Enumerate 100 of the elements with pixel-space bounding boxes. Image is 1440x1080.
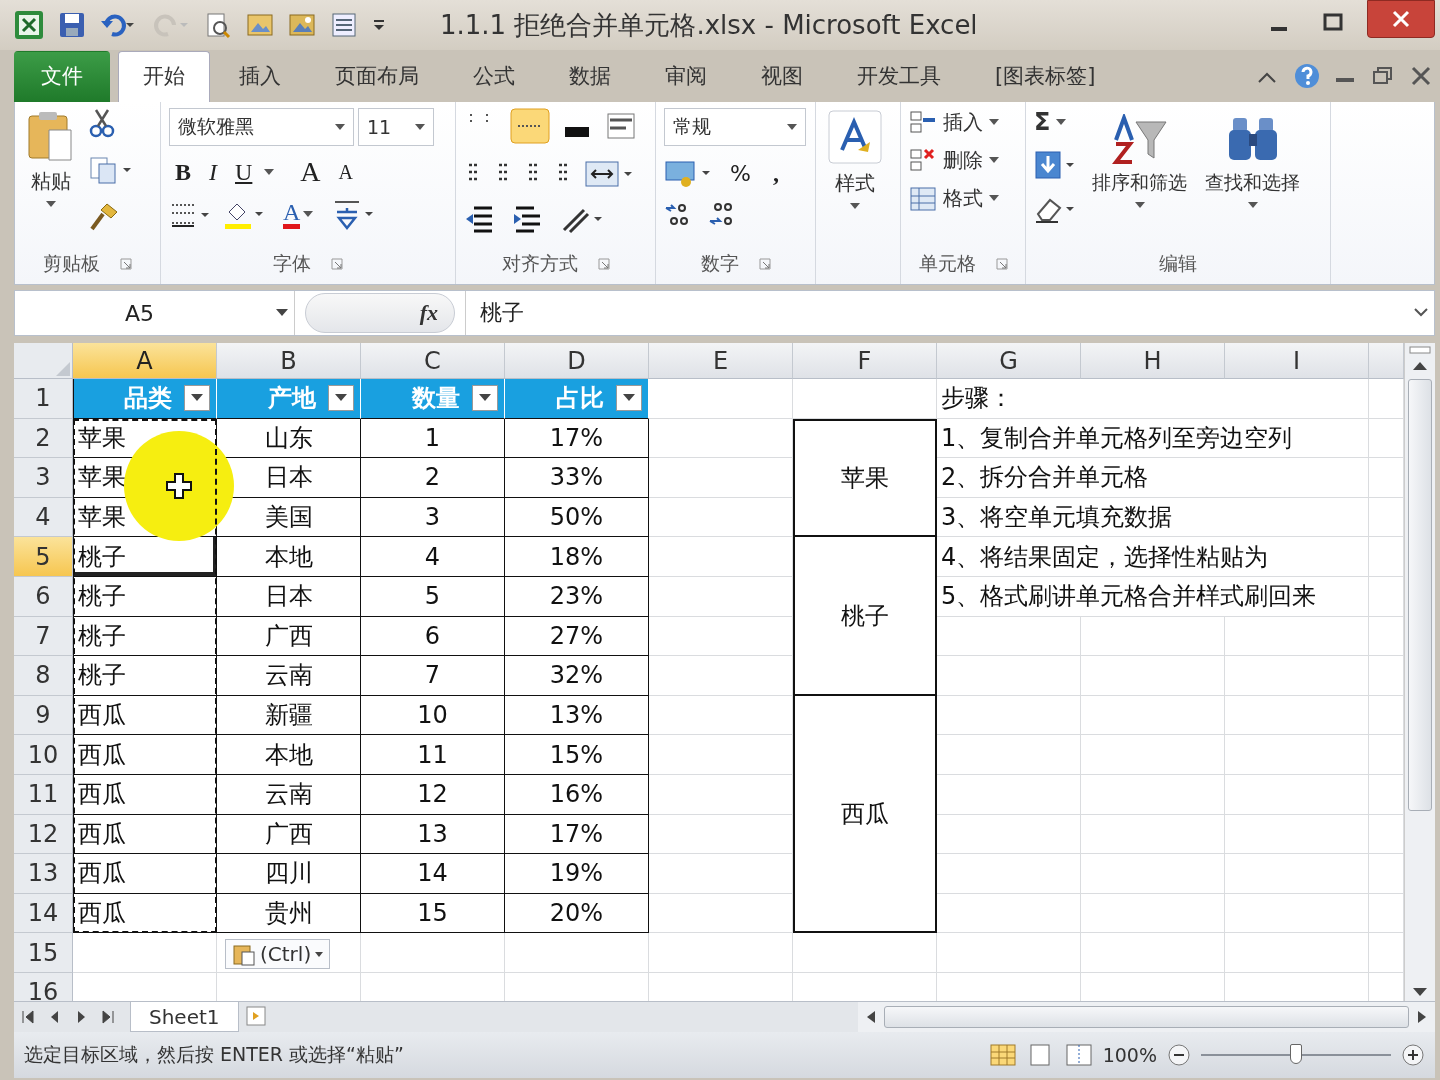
ribbon-tab[interactable]: 插入	[214, 51, 306, 102]
dialog-launcher-icon[interactable]	[995, 258, 1008, 270]
dialog-launcher-icon[interactable]	[597, 258, 610, 270]
row-header[interactable]: 16	[14, 972, 73, 1001]
wrap-text-icon[interactable]	[604, 110, 638, 142]
row-header[interactable]: 9	[14, 695, 73, 736]
insert-function-button[interactable]: fx	[413, 299, 444, 327]
row-header[interactable]: 2	[14, 418, 73, 459]
row-header[interactable]: 3	[14, 458, 73, 498]
filter-button[interactable]	[184, 385, 210, 412]
table-cell: 四川	[217, 854, 361, 894]
table-cell: 云南	[217, 774, 361, 815]
row-header[interactable]: 15	[14, 933, 73, 973]
save-icon[interactable]	[58, 11, 86, 39]
slider-thumb[interactable]	[1290, 1044, 1302, 1064]
table-cell: 20%	[505, 893, 649, 934]
table-cell: 桃子	[73, 616, 217, 657]
format-painter-icon[interactable]	[89, 202, 119, 232]
filter-button[interactable]	[472, 385, 498, 412]
form-icon[interactable]	[330, 11, 358, 39]
name-box[interactable]: A5	[15, 291, 295, 335]
row-header[interactable]: 11	[14, 774, 73, 815]
filter-button[interactable]	[616, 385, 642, 412]
font-color-button[interactable]: A	[277, 199, 320, 229]
caret-icon	[850, 203, 860, 209]
dialog-launcher-icon[interactable]	[331, 258, 343, 270]
filter-button[interactable]	[328, 385, 354, 412]
zoom-out-icon[interactable]	[1167, 1043, 1191, 1067]
ribbon-command[interactable]: 删除	[909, 146, 999, 174]
underline-button[interactable]: U	[229, 158, 259, 186]
bold-button[interactable]: B	[169, 158, 197, 186]
picture-icon[interactable]	[288, 11, 316, 39]
help-icon[interactable]	[1293, 62, 1321, 90]
paste-button[interactable]: 粘贴	[23, 108, 79, 244]
column-header[interactable]: A	[73, 343, 217, 379]
cut-icon[interactable]	[89, 108, 115, 138]
table-cell: 桃子	[73, 537, 217, 577]
row-header[interactable]: 4	[14, 497, 73, 538]
percent-button[interactable]: %	[724, 160, 757, 186]
paste-options-button[interactable]: (Ctrl)	[225, 939, 331, 970]
formula-field[interactable]: 桃子	[465, 291, 1398, 335]
font-size-field[interactable]: 11	[358, 108, 434, 146]
scrollbar-thumb[interactable]	[884, 1006, 1409, 1028]
row-header[interactable]: 5	[14, 537, 73, 577]
ribbon-tab[interactable]: 数据	[544, 51, 636, 102]
autosum-button[interactable]: Σ	[1034, 108, 1067, 136]
dialog-launcher-icon[interactable]	[758, 258, 771, 270]
sheet-tab[interactable]: Sheet1	[130, 1002, 239, 1032]
column-header[interactable]: I	[1225, 343, 1369, 379]
column-header[interactable]: C	[361, 343, 505, 379]
column-header[interactable]: H	[1081, 343, 1225, 379]
find-select-button[interactable]: 查找和选择	[1201, 112, 1304, 244]
shrink-font-button[interactable]: A	[332, 160, 360, 184]
sort-filter-button[interactable]: 排序和筛选	[1088, 112, 1191, 244]
row-header[interactable]: 12	[14, 814, 73, 855]
zoom-slider[interactable]	[1201, 1044, 1391, 1066]
print-preview-icon[interactable]	[204, 11, 232, 39]
ribbon-tab[interactable]: 开始	[118, 51, 210, 102]
font-name-field[interactable]: 微软雅黑	[169, 108, 354, 146]
column-header[interactable]: E	[649, 343, 793, 379]
table-cell: 23%	[505, 576, 649, 617]
ribbon-command[interactable]: 格式	[909, 184, 999, 212]
ribbon-tab[interactable]: 页面布局	[310, 51, 444, 102]
scrollbar-thumb[interactable]	[1408, 379, 1432, 811]
dialog-launcher-icon[interactable]	[120, 258, 132, 270]
grow-font-button[interactable]: A	[294, 156, 327, 188]
number-format-field[interactable]: 常规	[664, 108, 806, 146]
row-header[interactable]: 6	[14, 576, 73, 617]
row-header[interactable]: 1	[14, 379, 73, 419]
row-header[interactable]: 13	[14, 854, 73, 894]
vertical-scrollbar[interactable]	[1404, 343, 1435, 1001]
excel-logo-icon[interactable]	[14, 10, 44, 40]
column-header[interactable]: B	[217, 343, 361, 379]
ribbon-tab[interactable]: 审阅	[640, 51, 732, 102]
ribbon-command[interactable]: 插入	[909, 108, 999, 136]
page-break-icon[interactable]	[1064, 1043, 1093, 1067]
file-tab[interactable]: 文件	[14, 51, 110, 102]
row-header[interactable]: 14	[14, 893, 73, 934]
row-header[interactable]: 8	[14, 656, 73, 696]
ribbon-tab[interactable]: [图表标签]	[970, 51, 1121, 102]
ribbon-tab[interactable]: 公式	[448, 51, 540, 102]
styles-button[interactable]: 样式	[824, 108, 886, 244]
column-header[interactable]: D	[505, 343, 649, 379]
row-header[interactable]: 10	[14, 735, 73, 775]
table-cell: 50%	[505, 497, 649, 538]
horizontal-scrollbar[interactable]	[858, 1002, 1435, 1032]
ribbon-tab[interactable]: 视图	[736, 51, 828, 102]
column-header[interactable]: F	[793, 343, 937, 379]
column-header[interactable]: G	[937, 343, 1081, 379]
ribbon-tab[interactable]: 开发工具	[832, 51, 966, 102]
zoom-level[interactable]: 100%	[1102, 1044, 1157, 1066]
zoom-in-icon[interactable]	[1401, 1043, 1425, 1067]
note-text: 2、拆分合并单元格	[937, 458, 1369, 498]
table-cell: 广西	[217, 616, 361, 657]
italic-button[interactable]: I	[203, 158, 223, 186]
comma-button[interactable]: ,	[766, 159, 785, 187]
table-cell: 18%	[505, 537, 649, 577]
caret-icon[interactable]	[264, 169, 275, 175]
close-button[interactable]	[1367, 0, 1435, 38]
row-header[interactable]: 7	[14, 616, 73, 657]
